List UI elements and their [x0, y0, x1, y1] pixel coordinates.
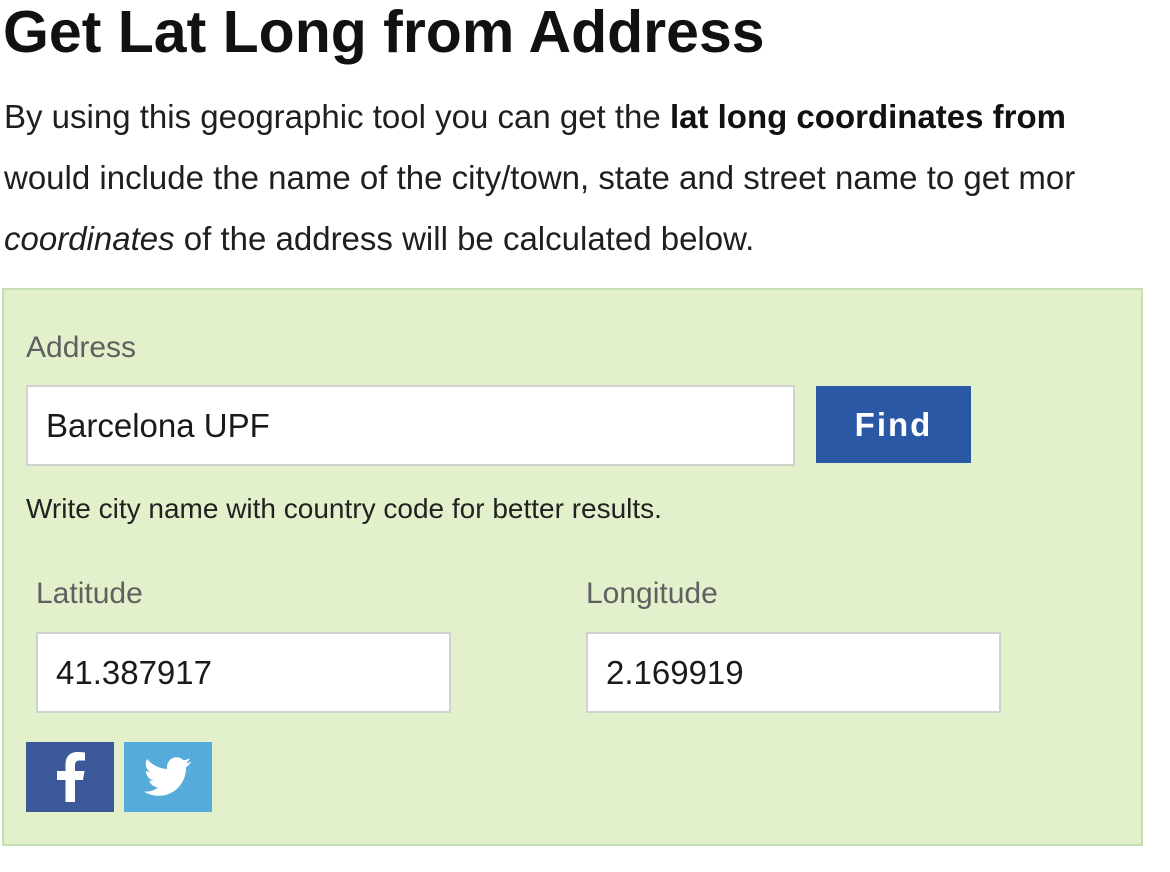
intro-bold-text: lat long coordinates from — [669, 98, 1066, 135]
latitude-label: Latitude — [36, 577, 143, 610]
latitude-field[interactable] — [36, 632, 451, 713]
page: Get Lat Long from Address By using this … — [0, 0, 1170, 872]
address-hint: Write city name with country code for be… — [26, 493, 662, 524]
longitude-label: Longitude — [586, 577, 718, 610]
facebook-share-button[interactable] — [26, 742, 114, 812]
address-input[interactable] — [26, 385, 795, 466]
page-title: Get Lat Long from Address — [3, 0, 765, 65]
find-button[interactable]: Find — [816, 386, 971, 463]
intro-text: By using this geographic tool you can ge… — [4, 86, 1170, 269]
intro-line-1: By using this geographic tool you can ge… — [4, 98, 1066, 135]
intro-line-2: would include the name of the city/town,… — [4, 159, 1076, 196]
intro-italic-text: coordinates — [4, 220, 175, 257]
facebook-icon — [57, 752, 85, 802]
twitter-share-button[interactable] — [124, 742, 212, 812]
geocode-form-panel: Address Find Write city name with countr… — [2, 288, 1143, 846]
longitude-field[interactable] — [586, 632, 1001, 713]
address-label: Address — [26, 331, 137, 364]
twitter-icon — [144, 757, 192, 796]
intro-line-3: coordinates of the address will be calcu… — [4, 220, 755, 257]
